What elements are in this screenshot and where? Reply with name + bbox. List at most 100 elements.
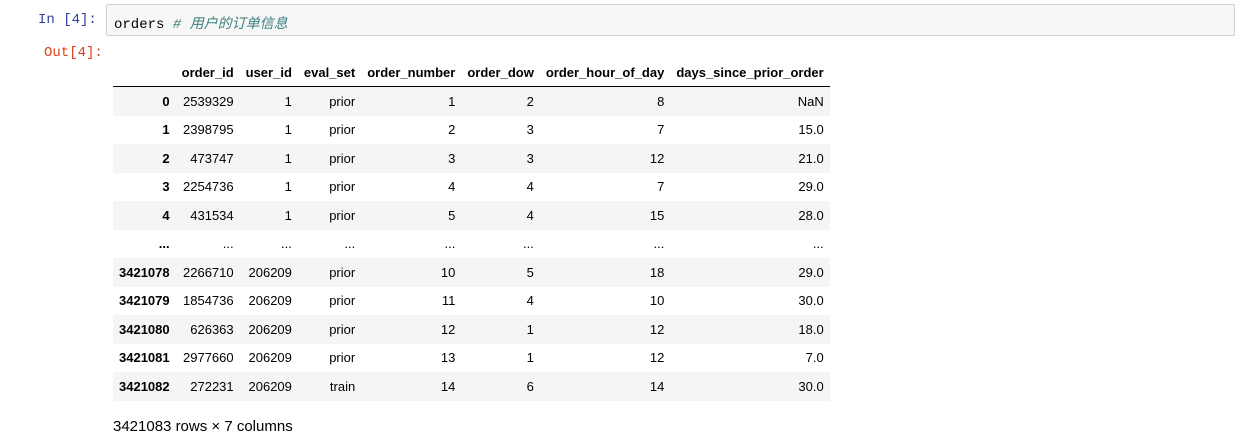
table-cell: 1	[526, 321, 534, 337]
code-input-cell[interactable]: orders # 用户的订单信息	[106, 4, 1235, 36]
table-cell: 14	[440, 378, 456, 394]
row-index: ...	[158, 236, 170, 252]
table-cell: ...	[344, 236, 356, 252]
row-index: 0	[162, 93, 170, 109]
table-cell: 626363	[190, 321, 234, 337]
table-cell: 29.0	[798, 179, 824, 195]
table-cell: 1	[526, 350, 534, 366]
table-cell: 10	[649, 293, 665, 309]
table-cell: 7.0	[805, 350, 824, 366]
table-cell: prior	[329, 264, 356, 280]
column-header: order_number	[361, 58, 462, 87]
table-body: 0 2539329 1 prior 1 2 8 NaN 1 2398795 1 prior 2 3 7 15.…	[113, 86, 830, 401]
index-header	[113, 58, 176, 87]
table-row: 3 2254736 1 prior 4 4 7 29.0	[113, 172, 830, 201]
table-row: 3421081 2977660 206209 prior 13 1 12 7.0	[113, 343, 830, 372]
table-cell: 7	[657, 122, 665, 138]
table-cell: 29.0	[798, 264, 824, 280]
table-cell: ...	[281, 236, 292, 252]
table-cell: 206209	[248, 321, 292, 337]
code-statement: orders	[114, 17, 173, 33]
row-index: 3421080	[119, 321, 170, 337]
table-cell: ...	[812, 236, 824, 252]
table-cell: 3	[448, 150, 456, 166]
table-cell: prior	[329, 321, 356, 337]
table-cell: 30.0	[798, 378, 824, 394]
table-row: 0 2539329 1 prior 1 2 8 NaN	[113, 86, 830, 116]
table-cell: 12	[440, 321, 456, 337]
table-cell: 206209	[248, 264, 292, 280]
table-cell: 2977660	[183, 350, 234, 366]
table-row: 3421079 1854736 206209 prior 11 4 10 30.0	[113, 286, 830, 315]
table-cell: 206209	[248, 293, 292, 309]
table-cell: 13	[440, 350, 456, 366]
table-cell: NaN	[797, 93, 824, 109]
column-header: order_id	[175, 58, 240, 87]
table-cell: ...	[522, 236, 534, 252]
table-row: 1 2398795 1 prior 2 3 7 15.0	[113, 115, 830, 144]
table-cell: prior	[329, 350, 356, 366]
row-index: 2	[162, 150, 170, 166]
table-cell: 10	[440, 264, 456, 280]
table-cell: 2254736	[183, 179, 234, 195]
table-cell: 12	[649, 150, 665, 166]
table-cell: 2539329	[183, 93, 234, 109]
table-row: 3421080 626363 206209 prior 12 1 12 18.0	[113, 315, 830, 344]
table-cell: 431534	[190, 207, 234, 223]
table-cell: 21.0	[798, 150, 824, 166]
table-cell: 1	[284, 150, 292, 166]
table-cell: prior	[329, 122, 356, 138]
table-row: 4 431534 1 prior 5 4 15 28.0	[113, 201, 830, 230]
table-cell: 1	[284, 207, 292, 223]
table-cell: ...	[653, 236, 665, 252]
table-cell: 12	[649, 350, 665, 366]
table-cell: 30.0	[798, 293, 824, 309]
table-cell: 4	[448, 179, 456, 195]
dataframe-table: order_id user_id eval_set order_number order…	[113, 58, 830, 401]
dataframe-shape: 3421083 rows × 7 columns	[113, 418, 293, 435]
output-prompt: Out[4]:	[44, 45, 103, 61]
column-header: order_hour_of_day	[539, 58, 671, 87]
table-cell: 4	[526, 207, 534, 223]
table-cell: 8	[657, 93, 665, 109]
input-prompt: In [4]:	[38, 12, 97, 28]
table-cell: 2266710	[183, 264, 234, 280]
table-cell: 18.0	[798, 321, 824, 337]
table-cell: 4	[526, 179, 534, 195]
table-cell: 11	[441, 293, 456, 309]
row-index: 4	[162, 207, 170, 223]
table-cell: 2	[526, 93, 534, 109]
table-row: 2 473747 1 prior 3 3 12 21.0	[113, 144, 830, 173]
table-cell: 1	[284, 93, 292, 109]
row-index: 1	[162, 122, 170, 138]
table-cell: ...	[444, 236, 456, 252]
column-header: days_since_prior_order	[670, 58, 830, 87]
table-cell: 473747	[190, 150, 234, 166]
table-cell: prior	[329, 150, 356, 166]
table-row: 3421082 272231 206209 train 14 6 14 30.0	[113, 372, 830, 401]
table-cell: 1854736	[183, 293, 234, 309]
table-cell: train	[329, 378, 356, 394]
code-text[interactable]: orders # 用户的订单信息	[114, 13, 288, 33]
table-cell: 15	[649, 207, 665, 223]
row-index: 3421078	[119, 264, 170, 280]
table-cell: 28.0	[798, 207, 824, 223]
table-cell: 1	[284, 179, 292, 195]
table-row: 3421078 2266710 206209 prior 10 5 18 29.0	[113, 258, 830, 287]
table-cell: 206209	[248, 350, 292, 366]
table-cell: 5	[526, 264, 534, 280]
table-cell: 15.0	[798, 122, 824, 138]
table-header-row: order_id user_id eval_set order_number order…	[113, 58, 830, 87]
output-area: order_id user_id eval_set order_number order…	[113, 58, 830, 401]
table-cell: 4	[526, 293, 534, 309]
column-header: user_id	[239, 58, 298, 87]
table-cell: 272231	[190, 378, 234, 394]
table-cell: 206209	[248, 378, 292, 394]
table-cell: 14	[649, 378, 665, 394]
table-cell: prior	[329, 207, 356, 223]
row-index: 3421079	[119, 293, 170, 309]
table-cell: 2	[448, 122, 456, 138]
table-cell: 6	[526, 378, 534, 394]
row-index: 3	[162, 179, 170, 195]
table-row: ........................	[113, 229, 830, 258]
